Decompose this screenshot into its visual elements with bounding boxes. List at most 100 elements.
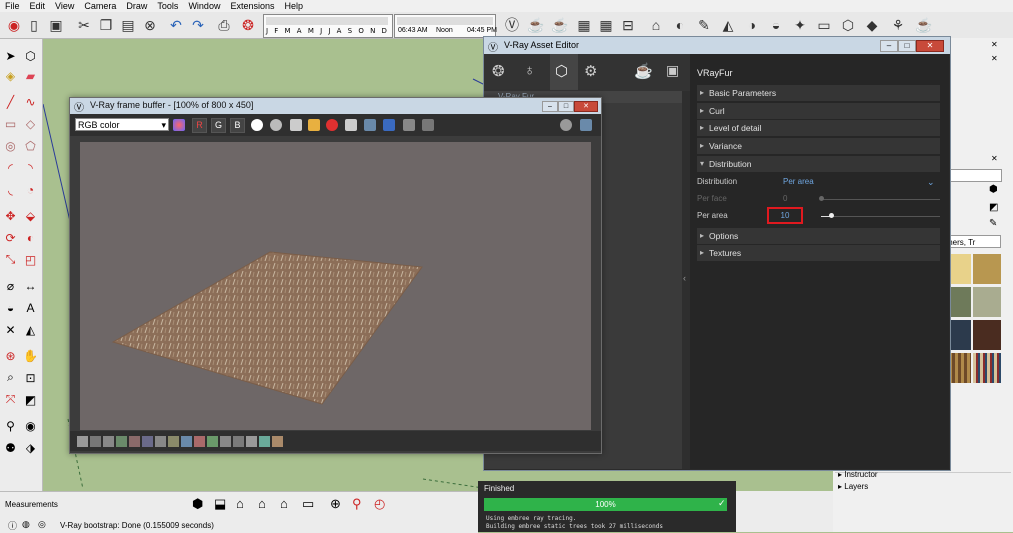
channel-select[interactable]: RGB color <box>75 118 169 132</box>
teapot-icon[interactable]: ☕ <box>634 62 654 82</box>
search-field[interactable] <box>950 169 1002 182</box>
erase-icon[interactable]: ⊗ <box>140 15 160 35</box>
asset-editor-titlebar[interactable]: Ⓥ V-Ray Asset Editor – □ ✕ <box>484 37 950 54</box>
sphere-light-icon[interactable]: ◐ <box>670 15 690 35</box>
close-icon[interactable]: ✕ <box>991 154 1001 163</box>
protractor-tool-icon[interactable]: ◴ <box>374 496 392 514</box>
stop-render-icon[interactable] <box>326 119 338 131</box>
track-mouse-icon[interactable] <box>364 119 376 131</box>
position-camera-icon[interactable]: ⚲ <box>2 417 19 434</box>
alpha-channel-icon[interactable] <box>251 119 263 131</box>
pie-icon[interactable]: ◔ <box>22 181 39 198</box>
material-swatch[interactable] <box>973 254 1001 284</box>
levels-icon[interactable] <box>142 436 153 447</box>
per-face-value[interactable]: 0 <box>783 191 787 207</box>
section-basic-parameters[interactable]: Basic Parameters <box>697 85 940 101</box>
section-variance[interactable]: Variance <box>697 138 940 154</box>
section-distribution[interactable]: Distribution <box>697 156 940 172</box>
channel-icon[interactable] <box>272 436 283 447</box>
tray-item-layers[interactable]: ▸ Layers <box>838 482 1008 492</box>
maximize-button[interactable]: □ <box>898 40 916 52</box>
close-icon[interactable]: ✕ <box>991 54 1001 63</box>
close-button[interactable]: ✕ <box>916 40 944 52</box>
geo-location-icon[interactable]: ◍ <box>22 519 32 529</box>
geometry-tab[interactable]: ⬡ <box>550 54 578 90</box>
arc-icon[interactable]: ◜ <box>2 159 19 176</box>
section-curl[interactable]: Curl <box>697 103 940 119</box>
menu-tools[interactable]: Tools <box>152 0 183 12</box>
three-point-arc-icon[interactable]: ◟ <box>2 181 19 198</box>
eyedropper-icon[interactable]: ✎ <box>989 218 1001 230</box>
per-area-slider-handle[interactable] <box>829 213 834 218</box>
render-status-icon[interactable] <box>560 119 572 131</box>
circle-icon[interactable]: ◎ <box>2 137 19 154</box>
pixel-info-icon[interactable] <box>233 436 244 447</box>
teapot-render-icon[interactable]: ☕ <box>526 15 546 35</box>
left-view-icon[interactable]: ▭ <box>302 496 320 514</box>
target-icon[interactable]: ⊕ <box>330 496 348 514</box>
menu-window[interactable]: Window <box>183 0 225 12</box>
menu-edit[interactable]: Edit <box>25 0 51 12</box>
frame-buffer-titlebar[interactable]: Ⓥ V-Ray frame buffer - [100% of 800 x 45… <box>70 98 601 114</box>
ocio-icon[interactable] <box>194 436 205 447</box>
exposure-icon[interactable] <box>103 436 114 447</box>
ies-light-icon[interactable]: ◭ <box>718 15 738 35</box>
clipper-icon[interactable]: ◆ <box>862 15 882 35</box>
curves-icon[interactable] <box>155 436 166 447</box>
mono-channel-icon[interactable] <box>270 119 282 131</box>
per-area-input[interactable]: 10 <box>767 207 803 224</box>
sample-icon[interactable]: ◩ <box>989 202 1001 214</box>
rectangle-icon[interactable]: ▭ <box>2 115 19 132</box>
menu-camera[interactable]: Camera <box>79 0 121 12</box>
offset-icon[interactable]: ◰ <box>22 251 39 268</box>
pencil-icon[interactable]: ╱ <box>2 93 19 110</box>
section-options[interactable]: Options <box>697 228 940 244</box>
minimize-button[interactable]: – <box>880 40 898 52</box>
eraser-icon[interactable]: ▰ <box>22 67 39 84</box>
spot-light-icon[interactable]: ✎ <box>694 15 714 35</box>
minimize-button[interactable]: – <box>542 101 558 112</box>
color-channels-icon[interactable] <box>173 119 185 131</box>
text-icon[interactable]: A <box>22 299 39 316</box>
vray-render-icon[interactable]: Ⓥ <box>502 15 522 35</box>
previous-view-icon[interactable]: ◩ <box>22 391 39 408</box>
per-face-slider-track[interactable] <box>821 199 940 200</box>
new-file-icon[interactable]: ▯ <box>24 15 44 35</box>
push-pull-icon[interactable]: ⬙ <box>22 207 39 224</box>
model-info-icon[interactable]: ❂ <box>238 15 258 35</box>
axes-icon[interactable]: ✕ <box>2 321 19 338</box>
two-point-arc-icon[interactable]: ◝ <box>22 159 39 176</box>
lens-effects-icon[interactable] <box>403 119 415 131</box>
section-plane-icon[interactable]: ⬗ <box>22 439 39 456</box>
front-view-icon[interactable]: ⌂ <box>236 496 254 514</box>
stamp-icon[interactable] <box>422 119 434 131</box>
fur-icon[interactable]: ⚘ <box>888 15 908 35</box>
chevron-down-icon[interactable]: ⌄ <box>927 174 935 190</box>
shadow-time-slider[interactable]: 06:43 AM Noon 04:45 PM <box>394 14 497 38</box>
dome-light-icon[interactable]: ◒ <box>766 15 786 35</box>
load-image-icon[interactable] <box>308 119 320 131</box>
menu-view[interactable]: View <box>50 0 79 12</box>
history-icon[interactable] <box>383 119 395 131</box>
histogram-icon[interactable] <box>259 436 270 447</box>
material-icon[interactable]: ⬢ <box>989 184 1001 196</box>
follow-me-icon[interactable]: ◐ <box>22 229 39 246</box>
mesh-export-icon[interactable]: ☕ <box>914 15 934 35</box>
blue-channel-button[interactable]: B <box>230 118 245 133</box>
interactive-render-icon[interactable]: ☕ <box>550 15 570 35</box>
section-textures[interactable]: Textures <box>697 245 940 261</box>
paint-bucket-icon[interactable]: ◈ <box>2 67 19 84</box>
rotate-icon[interactable]: ⟳ <box>2 229 19 246</box>
color-balance-icon[interactable] <box>129 436 140 447</box>
section-level-of-detail[interactable]: Level of detail <box>697 120 940 136</box>
render-icon[interactable] <box>580 119 592 131</box>
move-icon[interactable]: ✥ <box>2 207 19 224</box>
paste-icon[interactable]: ▤ <box>118 15 138 35</box>
menu-file[interactable]: File <box>0 0 25 12</box>
dimension-icon[interactable]: ↔ <box>22 277 39 294</box>
right-view-icon[interactable]: ⌂ <box>258 496 276 514</box>
materials-icon[interactable]: ❂ <box>492 62 512 82</box>
pan-icon[interactable]: ✋ <box>22 347 39 364</box>
redo-icon[interactable]: ↷ <box>188 15 208 35</box>
per-area-slider-track[interactable] <box>821 216 940 217</box>
